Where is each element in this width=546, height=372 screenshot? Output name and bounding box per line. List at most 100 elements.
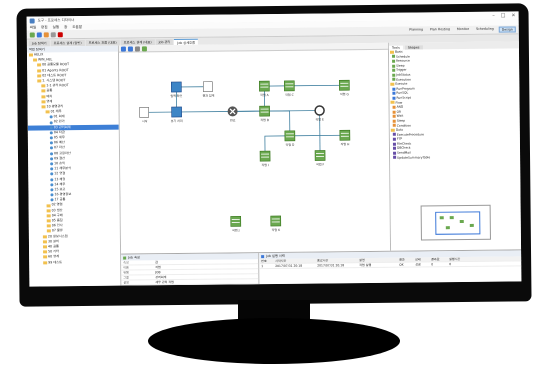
save-icon[interactable] — [36, 31, 42, 37]
flow-node[interactable] — [314, 105, 325, 116]
palette-panel: Tools Shapes Basic Schedule Resource Sleep T… — [388, 41, 522, 251]
log-column-header[interactable]: 결과 — [397, 258, 413, 262]
zoom-out-icon[interactable] — [127, 45, 133, 52]
close-button[interactable]: × — [511, 12, 515, 18]
flow-node[interactable] — [170, 81, 182, 93]
tree-item-label: 99 테스트 — [48, 259, 63, 264]
menu-file[interactable]: 파일 — [30, 25, 37, 30]
log-column-header[interactable]: 시작시간 — [273, 259, 315, 263]
tool-icon — [392, 59, 396, 63]
run-icon[interactable] — [141, 45, 147, 51]
log-column-header[interactable]: 결과값 — [429, 257, 447, 261]
tab-shapes[interactable]: Shapes — [404, 45, 423, 50]
log-column-header[interactable]: 실행시간 — [447, 257, 467, 261]
folder-icon — [46, 229, 51, 233]
flow-canvas[interactable]: 시작 입력 확인 분기 처리 결과 집계 완료 작업 A 작업 B 작업 C 작업 D 작업 E 작… — [118, 42, 392, 254]
folder-icon — [390, 82, 395, 86]
flow-node-label: 분기 처리 — [171, 118, 183, 123]
job-icon — [50, 172, 54, 176]
flow-node[interactable] — [258, 80, 270, 92]
folder-icon — [46, 209, 51, 213]
print-icon[interactable] — [50, 31, 56, 37]
flow-node-label: 작업 B — [260, 117, 269, 122]
tool-icon — [392, 73, 396, 77]
flow-node[interactable] — [202, 81, 213, 93]
log-cell: 2017/07/31 20:18 — [317, 263, 345, 268]
properties-panel: Job 속성 속성값이름작업유형JOB그룹관리회계설명재무 관리 작업상태활성 — [121, 253, 260, 287]
bottom-panels: Job 속성 속성값이름작업유형JOB그룹관리회계설명재무 관리 작업상태활성 … — [121, 249, 522, 287]
flow-node-label: 작업 G — [340, 91, 350, 96]
perspective-plan-hosting[interactable]: Plan Hosting — [428, 27, 452, 33]
new-icon[interactable] — [29, 31, 35, 38]
tool-icon — [392, 133, 396, 137]
flow-node-label: 작업 D — [286, 142, 296, 147]
perspective-monitor[interactable]: Monitor — [455, 27, 471, 33]
tool-icon — [393, 151, 397, 155]
property-key: 그룹 — [123, 275, 129, 280]
tool-icon — [392, 124, 396, 128]
folder-icon — [41, 89, 46, 93]
menu-help[interactable]: 도움말 — [72, 25, 82, 30]
tool-icon — [392, 87, 396, 91]
folder-icon — [37, 69, 42, 73]
minimize-button[interactable]: – — [492, 13, 495, 19]
folder-icon — [41, 84, 46, 88]
folder-icon — [46, 214, 51, 218]
perspective-planning[interactable]: Planning — [407, 27, 425, 33]
job-icon — [50, 167, 54, 171]
folder-icon — [41, 94, 46, 99]
flow-node-label: 시작 — [142, 118, 148, 123]
property-key: 속성 — [123, 260, 129, 265]
log-column-header[interactable]: 번호 — [259, 259, 273, 263]
job-icon — [49, 146, 53, 150]
property-value: 값 — [155, 260, 158, 265]
flow-node-label: 작업 A — [260, 92, 270, 97]
menu-edit[interactable]: 편집 — [41, 25, 48, 30]
log-column-header[interactable]: 종료시간 — [315, 258, 357, 262]
flow-node[interactable] — [270, 215, 282, 227]
folder-icon — [42, 235, 47, 239]
flow-node[interactable] — [314, 150, 326, 161]
folder-icon — [46, 219, 51, 223]
flow-node[interactable] — [259, 150, 271, 162]
log-column-header[interactable]: 상태 — [413, 257, 429, 261]
flow-node[interactable] — [139, 107, 149, 118]
flow-node[interactable] — [259, 105, 270, 117]
palette-item[interactable]: UpdateSummaryTable — [390, 154, 520, 160]
folder-icon — [41, 100, 46, 104]
job-icon — [50, 157, 54, 161]
flow-node[interactable] — [227, 106, 238, 117]
tool-icon — [392, 137, 396, 141]
fit-icon[interactable] — [134, 45, 140, 51]
menu-run[interactable]: 실행 — [53, 25, 60, 30]
flow-node[interactable] — [338, 79, 350, 91]
minimap[interactable] — [420, 204, 491, 241]
tool-icon — [392, 68, 396, 72]
flow-node-label: 완료 — [230, 117, 236, 122]
flow-node[interactable] — [339, 129, 351, 141]
flow-node[interactable] — [171, 106, 182, 118]
flow-node[interactable] — [230, 216, 242, 227]
flow-node[interactable] — [284, 130, 296, 142]
tool-icon — [392, 91, 396, 95]
log-column-header[interactable]: 설명 — [357, 258, 397, 262]
open-icon[interactable] — [43, 31, 49, 37]
log-panel: Job 실행 이력 번호 시작시간 종료시간 설명 결과 상태 결과값 실행시간 1 2017/… — [259, 250, 522, 284]
perspective-scheduling[interactable]: Scheduling — [474, 27, 496, 33]
folder-icon — [46, 203, 51, 207]
folder-icon — [42, 245, 48, 249]
window-title: 도구 - 프로세스 디자이너 — [37, 17, 75, 22]
folder-icon — [46, 224, 51, 228]
perspective-design[interactable]: Design — [498, 26, 516, 33]
stop-icon[interactable] — [57, 31, 63, 37]
minimap-diagram — [435, 211, 481, 235]
flow-node[interactable] — [283, 80, 295, 92]
property-key: 유형 — [123, 270, 129, 275]
property-key: 설명 — [123, 280, 129, 285]
tree-item[interactable]: 99 테스트 — [29, 259, 120, 265]
job-icon — [49, 136, 53, 140]
zoom-in-icon[interactable] — [120, 46, 126, 52]
maximize-button[interactable]: □ — [501, 13, 506, 19]
property-value: JOB — [155, 270, 161, 275]
menu-window[interactable]: 창 — [64, 25, 67, 30]
